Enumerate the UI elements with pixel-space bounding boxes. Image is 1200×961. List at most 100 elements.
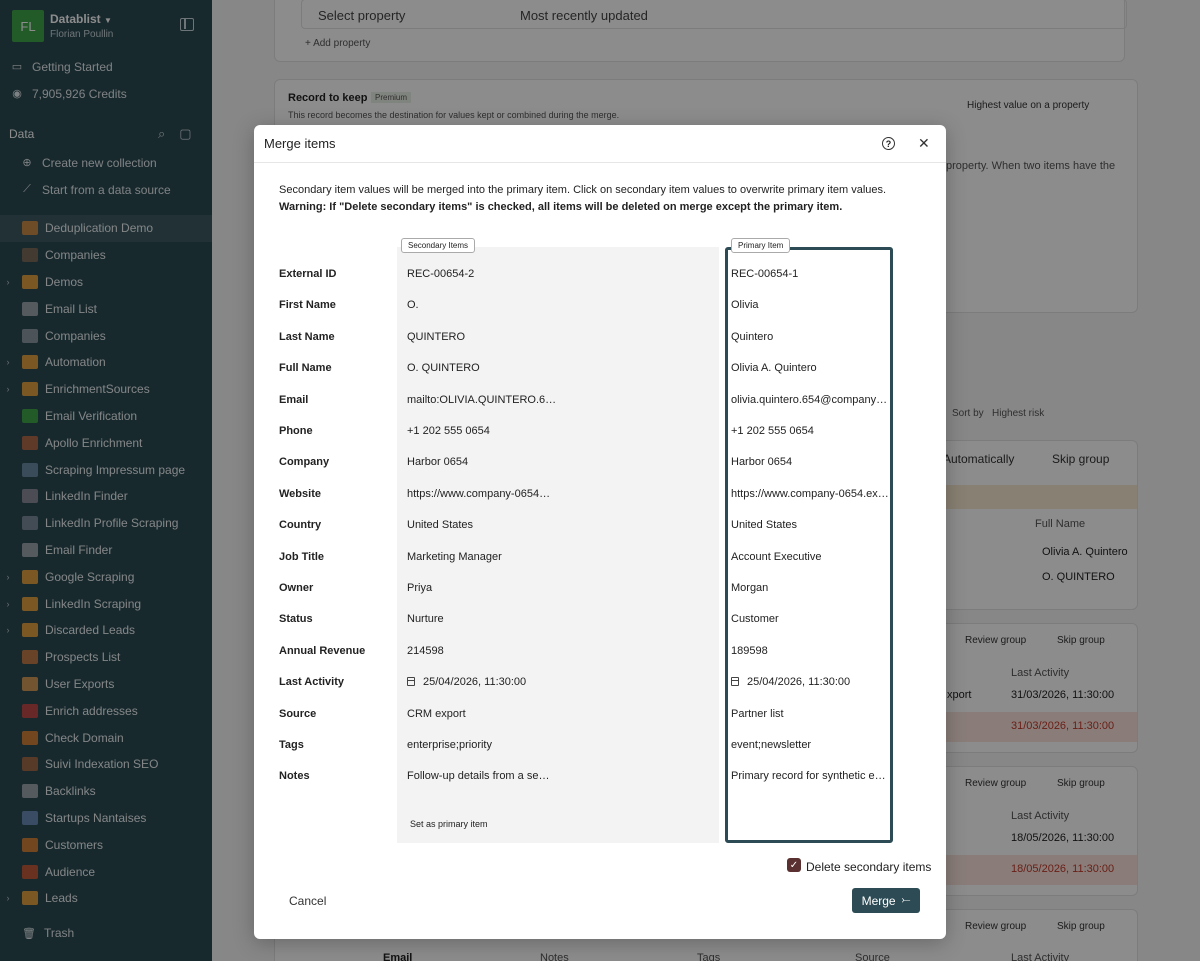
secondary-value-text: mailto:OLIVIA.QUINTERO.6… xyxy=(407,393,557,406)
field-label: Last Activity xyxy=(279,676,345,689)
secondary-value[interactable]: +1 202 555 0654 xyxy=(407,425,557,437)
primary-value: Customer xyxy=(731,613,889,625)
primary-value-text: United States xyxy=(731,519,798,532)
secondary-value-text: 214598 xyxy=(407,644,444,657)
primary-value: https://www.company-0654.ex… xyxy=(731,488,889,500)
field-label: Full Name xyxy=(279,362,332,375)
secondary-value[interactable]: QUINTERO xyxy=(407,331,557,343)
secondary-value-text: Harbor 0654 xyxy=(407,456,469,469)
secondary-value[interactable]: Follow-up details from a se… xyxy=(407,770,557,782)
primary-value: United States xyxy=(731,519,889,531)
field-label: Annual Revenue xyxy=(279,644,366,657)
primary-value: Quintero xyxy=(731,331,889,343)
primary-value-text: 25/04/2026, 11:30:00 xyxy=(747,676,851,689)
secondary-value-text: O. QUINTERO xyxy=(407,362,480,375)
field-label: First Name xyxy=(279,299,336,312)
secondary-value-text: United States xyxy=(407,519,474,532)
secondary-value[interactable]: Marketing Manager xyxy=(407,551,557,563)
merge-icon: ⤚ xyxy=(901,894,911,906)
field-label: Source xyxy=(279,707,317,720)
primary-value: Morgan xyxy=(731,582,889,594)
primary-value-text: 189598 xyxy=(731,644,768,657)
secondary-value[interactable]: United States xyxy=(407,519,557,531)
primary-value: 25/04/2026, 11:30:00 xyxy=(731,676,889,688)
secondary-value-text: REC-00654-2 xyxy=(407,268,475,280)
merge-items-dialog: Merge items ? ✕ Secondary item values wi… xyxy=(254,125,946,939)
primary-value-text: https://www.company-0654.ex… xyxy=(731,487,889,500)
calendar-icon xyxy=(407,677,415,687)
merge-warning: Warning: If "Delete secondary items" is … xyxy=(279,201,843,213)
primary-value: Harbor 0654 xyxy=(731,456,889,468)
secondary-value-text: Priya xyxy=(407,582,433,594)
secondary-value-text: QUINTERO xyxy=(407,330,466,343)
secondary-value[interactable]: mailto:OLIVIA.QUINTERO.6… xyxy=(407,394,557,406)
primary-value-text: Olivia A. Quintero xyxy=(731,362,817,375)
secondary-value[interactable]: REC-00654-2 xyxy=(407,268,557,280)
secondary-value-text: +1 202 555 0654 xyxy=(407,425,490,437)
secondary-value-text: https://www.company-0654… xyxy=(407,487,551,500)
cancel-button[interactable]: Cancel xyxy=(289,894,326,908)
field-label: External ID xyxy=(279,268,337,280)
primary-item-tag: Primary Item xyxy=(731,238,791,253)
help-icon[interactable]: ? xyxy=(882,137,895,150)
primary-value-text: Quintero xyxy=(731,330,774,343)
field-label: Notes xyxy=(279,770,310,783)
secondary-value-text: Marketing Manager xyxy=(407,550,502,563)
primary-value-text: Morgan xyxy=(731,582,769,594)
calendar-icon xyxy=(731,677,739,687)
delete-secondary-checkbox[interactable]: ✓ xyxy=(787,858,801,872)
primary-value: 189598 xyxy=(731,645,889,657)
secondary-items-tag: Secondary Items xyxy=(401,238,476,253)
secondary-value[interactable]: Nurture xyxy=(407,613,557,625)
primary-value-text: Customer xyxy=(731,613,779,626)
secondary-value-text: O. xyxy=(407,299,419,312)
secondary-value[interactable]: Priya xyxy=(407,582,557,594)
primary-value: +1 202 555 0654 xyxy=(731,425,889,437)
merge-button-label: Merge xyxy=(861,893,896,908)
primary-value: Account Executive xyxy=(731,551,889,563)
merge-description: Secondary item values will be merged int… xyxy=(279,184,887,196)
primary-value: Partner list xyxy=(731,708,889,720)
secondary-value[interactable]: 25/04/2026, 11:30:00 xyxy=(407,676,557,688)
primary-value: olivia.quintero.654@company-… xyxy=(731,394,889,406)
set-as-primary-button[interactable]: Set as primary item xyxy=(410,819,488,829)
primary-value-text: +1 202 555 0654 xyxy=(731,425,814,437)
primary-value-text: Partner list xyxy=(731,707,784,720)
secondary-value[interactable]: Harbor 0654 xyxy=(407,456,557,468)
primary-value: Olivia A. Quintero xyxy=(731,362,889,374)
secondary-value[interactable]: CRM export xyxy=(407,708,557,720)
primary-value: event;newsletter xyxy=(731,739,889,751)
secondary-value-text: 25/04/2026, 11:30:00 xyxy=(423,676,527,689)
secondary-value[interactable]: enterprise;priority xyxy=(407,739,557,751)
primary-value-text: olivia.quintero.654@company-… xyxy=(731,393,889,406)
field-label: Last Name xyxy=(279,330,335,343)
primary-value-text: event;newsletter xyxy=(731,739,812,751)
field-label: Country xyxy=(279,519,322,532)
field-label: Owner xyxy=(279,582,314,594)
primary-value-text: Account Executive xyxy=(731,550,822,563)
secondary-value-text: Nurture xyxy=(407,613,444,626)
primary-value: Olivia xyxy=(731,299,889,311)
primary-value-text: REC-00654-1 xyxy=(731,268,799,280)
field-label: Phone xyxy=(279,425,313,437)
merge-button[interactable]: Merge ⤚ xyxy=(852,888,920,913)
primary-value-text: Primary record for synthetic e… xyxy=(731,770,886,783)
secondary-value[interactable]: O. xyxy=(407,299,557,311)
secondary-value[interactable]: 214598 xyxy=(407,645,557,657)
field-label: Email xyxy=(279,393,309,406)
field-label: Website xyxy=(279,487,321,500)
dialog-header: Merge items ? ✕ xyxy=(254,125,946,163)
secondary-value[interactable]: https://www.company-0654… xyxy=(407,488,557,500)
field-label: Job Title xyxy=(279,550,325,563)
field-label: Tags xyxy=(279,739,304,751)
primary-value-text: Harbor 0654 xyxy=(731,456,793,469)
close-icon[interactable]: ✕ xyxy=(918,135,930,152)
field-label: Status xyxy=(279,613,313,626)
field-label: Company xyxy=(279,456,330,469)
secondary-value[interactable]: O. QUINTERO xyxy=(407,362,557,374)
secondary-value-text: CRM export xyxy=(407,707,466,720)
secondary-value-text: Follow-up details from a se… xyxy=(407,770,550,783)
secondary-value-text: enterprise;priority xyxy=(407,739,492,751)
delete-secondary-label[interactable]: Delete secondary items xyxy=(806,860,931,874)
primary-value-text: Olivia xyxy=(731,299,759,312)
